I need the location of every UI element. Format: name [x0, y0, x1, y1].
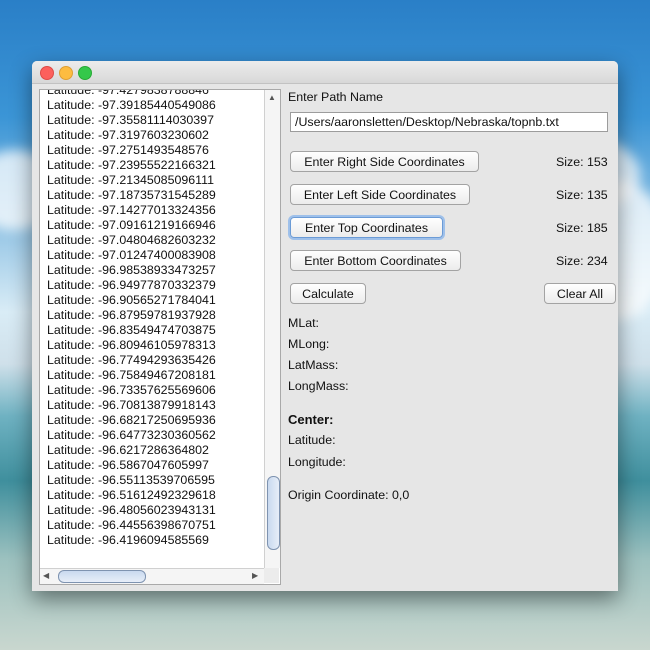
enter-left-side-button[interactable]: Enter Left Side Coordinates — [290, 184, 470, 205]
enter-top-button[interactable]: Enter Top Coordinates — [290, 217, 443, 238]
zoom-window-button[interactable] — [78, 66, 92, 80]
path-input[interactable] — [290, 112, 608, 132]
center-latitude-label: Latitude: — [288, 433, 336, 447]
list-item[interactable]: Latitude: -96.5867047605997 — [47, 458, 216, 473]
list-item[interactable]: Latitude: -96.80946105978313 — [47, 338, 216, 353]
scroll-left-arrow-icon[interactable]: ◀ — [43, 571, 49, 581]
list-item[interactable]: Latitude: -97.23955522166321 — [47, 158, 216, 173]
origin-coordinate-label: Origin Coordinate: 0,0 — [288, 488, 410, 502]
minimize-window-button[interactable] — [59, 66, 73, 80]
horizontal-scrollbar[interactable]: ◀ ▶ — [40, 568, 264, 584]
coordinate-list: Latitude: -97.4279838788846 Latitude: -97… — [47, 90, 216, 548]
scroll-right-arrow-icon[interactable]: ▶ — [252, 571, 258, 581]
longmass-label: LongMass: — [288, 379, 349, 393]
center-longitude-label: Longitude: — [288, 455, 346, 469]
list-item[interactable]: Latitude: -97.2751493548576 — [47, 143, 216, 158]
list-item[interactable]: Latitude: -97.4279838788846 — [47, 90, 216, 98]
coordinate-list-viewport[interactable]: Latitude: -97.4279838788846 Latitude: -97… — [40, 90, 264, 568]
bottom-size-label: Size: 234 — [556, 254, 608, 268]
center-heading: Center: — [288, 412, 334, 427]
list-item[interactable]: Latitude: -96.87959781937928 — [47, 308, 216, 323]
list-item[interactable]: Latitude: -96.77494293635426 — [47, 353, 216, 368]
list-item[interactable]: Latitude: -97.3197603230602 — [47, 128, 216, 143]
list-item[interactable]: Latitude: -96.73357625569606 — [47, 383, 216, 398]
list-item[interactable]: Latitude: -97.21345085096111 — [47, 173, 216, 188]
list-item[interactable]: Latitude: -97.39185440549086 — [47, 98, 216, 113]
app-window: Latitude: -97.4279838788846 Latitude: -97… — [32, 61, 618, 591]
enter-bottom-button[interactable]: Enter Bottom Coordinates — [290, 250, 461, 271]
calculate-button[interactable]: Calculate — [290, 283, 366, 304]
list-item[interactable]: Latitude: -96.55113539706595 — [47, 473, 216, 488]
coordinate-list-pane: Latitude: -97.4279838788846 Latitude: -97… — [39, 89, 281, 585]
list-item[interactable]: Latitude: -97.14277013324356 — [47, 203, 216, 218]
list-item[interactable]: Latitude: -96.83549474703875 — [47, 323, 216, 338]
list-item[interactable]: Latitude: -97.35581114030397 — [47, 113, 216, 128]
close-window-button[interactable] — [40, 66, 54, 80]
list-item[interactable]: Latitude: -97.04804682603232 — [47, 233, 216, 248]
list-item[interactable]: Latitude: -96.98538933473257 — [47, 263, 216, 278]
list-item[interactable]: Latitude: -96.44556398670751 — [47, 518, 216, 533]
enter-right-side-button[interactable]: Enter Right Side Coordinates — [290, 151, 479, 172]
vertical-scroll-thumb[interactable] — [267, 476, 280, 550]
mlat-label: MLat: — [288, 316, 319, 330]
vertical-scrollbar[interactable]: ▲ — [264, 90, 280, 568]
list-item[interactable]: Latitude: -96.94977870332379 — [47, 278, 216, 293]
list-item[interactable]: Latitude: -96.64773230360562 — [47, 428, 216, 443]
list-item[interactable]: Latitude: -96.90565271784041 — [47, 293, 216, 308]
left-size-label: Size: 135 — [556, 188, 608, 202]
list-item[interactable]: Latitude: -97.18735731545289 — [47, 188, 216, 203]
list-item[interactable]: Latitude: -96.4196094585569 — [47, 533, 216, 548]
list-item[interactable]: Latitude: -96.48056023943131 — [47, 503, 216, 518]
path-label: Enter Path Name — [288, 90, 384, 104]
clear-all-button[interactable]: Clear All — [544, 283, 616, 304]
scroll-up-arrow-icon[interactable]: ▲ — [268, 93, 276, 103]
mlong-label: MLong: — [288, 337, 330, 351]
title-bar[interactable] — [32, 61, 618, 84]
list-item[interactable]: Latitude: -96.68217250695936 — [47, 413, 216, 428]
scroll-corner — [264, 568, 279, 583]
list-item[interactable]: Latitude: -96.75849467208181 — [47, 368, 216, 383]
horizontal-scroll-thumb[interactable] — [58, 570, 146, 583]
list-item[interactable]: Latitude: -97.01247400083908 — [47, 248, 216, 263]
list-item[interactable]: Latitude: -96.70813879918143 — [47, 398, 216, 413]
list-item[interactable]: Latitude: -96.6217286364802 — [47, 443, 216, 458]
latmass-label: LatMass: — [288, 358, 339, 372]
top-size-label: Size: 185 — [556, 221, 608, 235]
list-item[interactable]: Latitude: -96.51612492329618 — [47, 488, 216, 503]
list-item[interactable]: Latitude: -97.09161219166946 — [47, 218, 216, 233]
right-size-label: Size: 153 — [556, 155, 608, 169]
